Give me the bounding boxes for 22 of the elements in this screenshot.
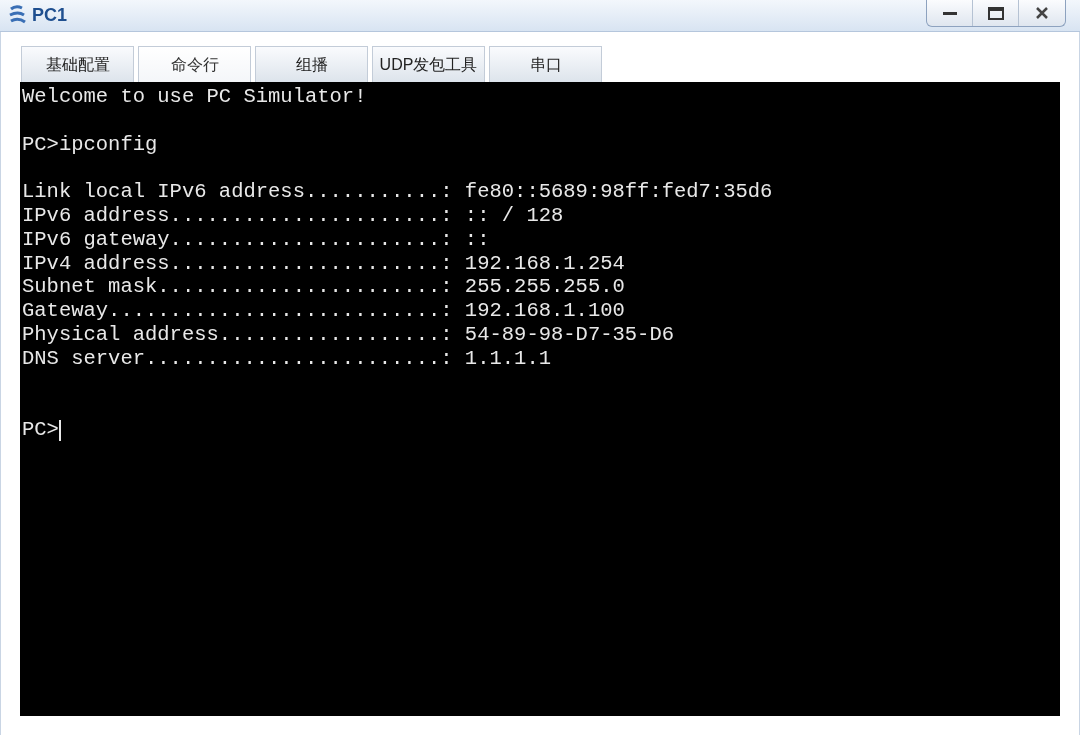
terminal-line: DNS server........................: 1.1.1.1 [22, 346, 551, 371]
terminal-line: IPv6 gateway......................: :: [22, 227, 490, 252]
text-cursor [58, 419, 61, 441]
tab[interactable]: 组播 [255, 46, 368, 82]
terminal-line: Subnet mask.......................: 255.255.255.0 [22, 275, 625, 300]
terminal-line: IPv6 address......................: :: / 128 [22, 204, 564, 228]
tab[interactable]: 串口 [489, 46, 602, 82]
terminal-line: Physical address..................: 54-89-98-D7-35-D6 [22, 322, 674, 347]
terminal-prompt: PC> [22, 418, 59, 442]
terminal-line: Gateway...........................: 192.168.1.100 [22, 299, 625, 323]
terminal-line: Link local IPv6 address...........: fe80::5689:98ff:fed7:35d6 [22, 180, 773, 204]
window-title: PC1 [32, 4, 67, 27]
close-icon [1036, 7, 1048, 19]
tab[interactable]: 命令行 [138, 46, 251, 82]
tab[interactable]: UDP发包工具 [372, 46, 485, 82]
terminal-line: Welcome to use PC Simulator! [22, 85, 367, 109]
minimize-icon [942, 11, 957, 15]
tab[interactable]: 基础配置 [21, 46, 134, 82]
terminal-line: IPv4 address......................: 192.168.1.254 [22, 251, 625, 276]
maximize-icon [987, 6, 1004, 20]
terminal-line: PC>ipconfig [22, 132, 158, 157]
terminal-panel[interactable] [20, 82, 1060, 716]
